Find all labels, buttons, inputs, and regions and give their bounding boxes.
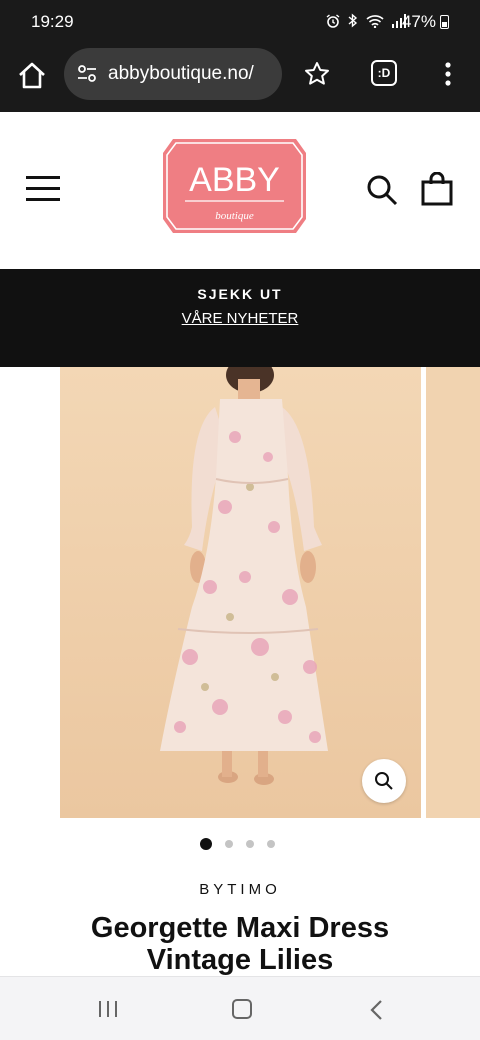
announcement-link[interactable]: VÅRE NYHETER [0, 310, 480, 327]
site-header: ABBY boutique [0, 112, 480, 269]
wifi-icon [366, 14, 384, 28]
product-image[interactable] [60, 367, 421, 818]
browser-toolbar: abbyboutique.no/ :D [0, 46, 480, 112]
carousel-dot-1[interactable] [200, 838, 212, 850]
alarm-icon [326, 13, 340, 28]
site-settings-icon[interactable] [76, 63, 98, 85]
tab-switcher-button[interactable]: :D [371, 60, 397, 86]
carousel-dot-2[interactable] [225, 840, 233, 848]
logo-text: ABBY [189, 161, 280, 199]
url-text: abbyboutique.no/ [108, 63, 254, 84]
shopping-bag-icon[interactable] [421, 172, 453, 206]
zoom-button[interactable] [362, 759, 406, 803]
zoom-search-icon [375, 772, 393, 790]
home-icon[interactable] [16, 60, 48, 92]
carousel-dot-3[interactable] [246, 840, 254, 848]
battery-percentage: 47% [401, 12, 436, 31]
address-bar[interactable]: abbyboutique.no/ [64, 48, 282, 100]
system-navigation-bar [0, 976, 480, 1040]
recent-apps-icon[interactable] [97, 999, 119, 1019]
product-gallery[interactable] [0, 367, 480, 819]
bluetooth-icon [348, 13, 358, 28]
carousel-dots [200, 837, 290, 851]
carousel-dot-4[interactable] [267, 840, 275, 848]
next-product-image[interactable] [426, 367, 480, 818]
status-time: 19:29 [31, 12, 74, 31]
more-options-icon[interactable] [438, 60, 458, 88]
status-bar: 19:29 47% [0, 0, 480, 46]
announcement-bar: SJEKK UT VÅRE NYHETER [0, 269, 480, 367]
announcement-title: SJEKK UT [197, 286, 283, 302]
product-brand[interactable]: BYTIMO [0, 881, 480, 898]
logo-subtext: boutique [215, 210, 254, 222]
bookmark-star-icon[interactable] [304, 61, 330, 87]
back-icon[interactable] [369, 999, 383, 1021]
menu-icon[interactable] [26, 176, 60, 202]
product-title: Georgette Maxi Dress Vintage Lilies [90, 912, 390, 976]
status-icons [326, 13, 406, 28]
abby-logo[interactable]: ABBY boutique [161, 135, 308, 237]
battery-icon [440, 15, 449, 29]
search-icon[interactable] [366, 174, 398, 206]
dress-illustration [60, 367, 421, 818]
home-button[interactable] [232, 999, 252, 1019]
